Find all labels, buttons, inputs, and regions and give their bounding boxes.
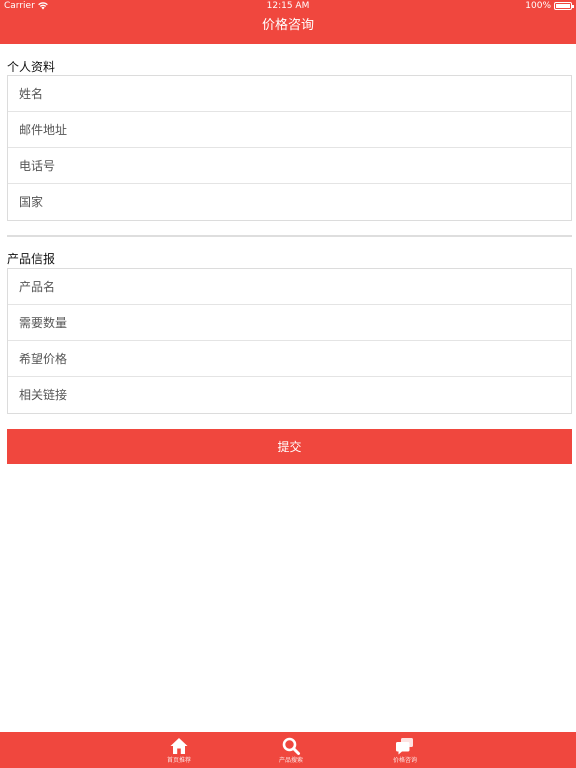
name-row [8, 76, 571, 112]
product-form-group [7, 268, 572, 414]
home-icon [170, 738, 188, 754]
link-row [8, 377, 571, 413]
top-bar: Carrier 12:15 AM 100% 价格咨询 [0, 0, 576, 44]
price-row [8, 341, 571, 377]
battery-icon [554, 2, 574, 10]
tab-search-label: 产品搜索 [278, 757, 303, 764]
battery-indicator: 100% [525, 0, 574, 12]
name-field[interactable] [19, 86, 571, 101]
submit-button[interactable]: 提交 [7, 429, 572, 464]
status-bar: Carrier 12:15 AM 100% [0, 0, 576, 12]
tab-home-label: 首页推荐 [166, 757, 191, 764]
email-field[interactable] [19, 122, 571, 137]
tab-bar: 首页推荐 产品搜索 价格咨询 [0, 732, 576, 768]
page-title: 价格咨询 [261, 18, 314, 33]
tab-search[interactable]: 产品搜索 [261, 732, 321, 768]
quantity-field[interactable] [19, 315, 571, 330]
product-section-title: 产品信报 [7, 252, 56, 266]
personal-form-group [7, 75, 572, 221]
email-row [8, 112, 571, 148]
link-field[interactable] [19, 388, 571, 402]
phone-field[interactable] [19, 158, 571, 173]
personal-section-title: 个人资料 [7, 60, 56, 74]
product-name-field[interactable] [19, 279, 571, 294]
tab-home[interactable]: 首页推荐 [149, 732, 209, 768]
price-field[interactable] [19, 351, 571, 366]
tab-inquiry-label: 价格咨询 [392, 757, 417, 764]
battery-percent: 100% [525, 1, 551, 11]
product-name-row [8, 269, 571, 305]
section-divider [7, 235, 572, 237]
status-time: 12:15 AM [266, 1, 310, 11]
quantity-row [8, 305, 571, 341]
search-icon [282, 737, 300, 755]
battery-fill [556, 4, 570, 8]
country-field[interactable] [19, 195, 571, 209]
price-inquiry-screen: Carrier 12:15 AM 100% 价格咨询 个人资料 姓名 邮件地址 … [0, 0, 576, 768]
country-row [8, 184, 571, 220]
tab-inquiry[interactable]: 价格咨询 [375, 732, 435, 768]
chat-icon [396, 738, 413, 755]
phone-row [8, 148, 571, 184]
